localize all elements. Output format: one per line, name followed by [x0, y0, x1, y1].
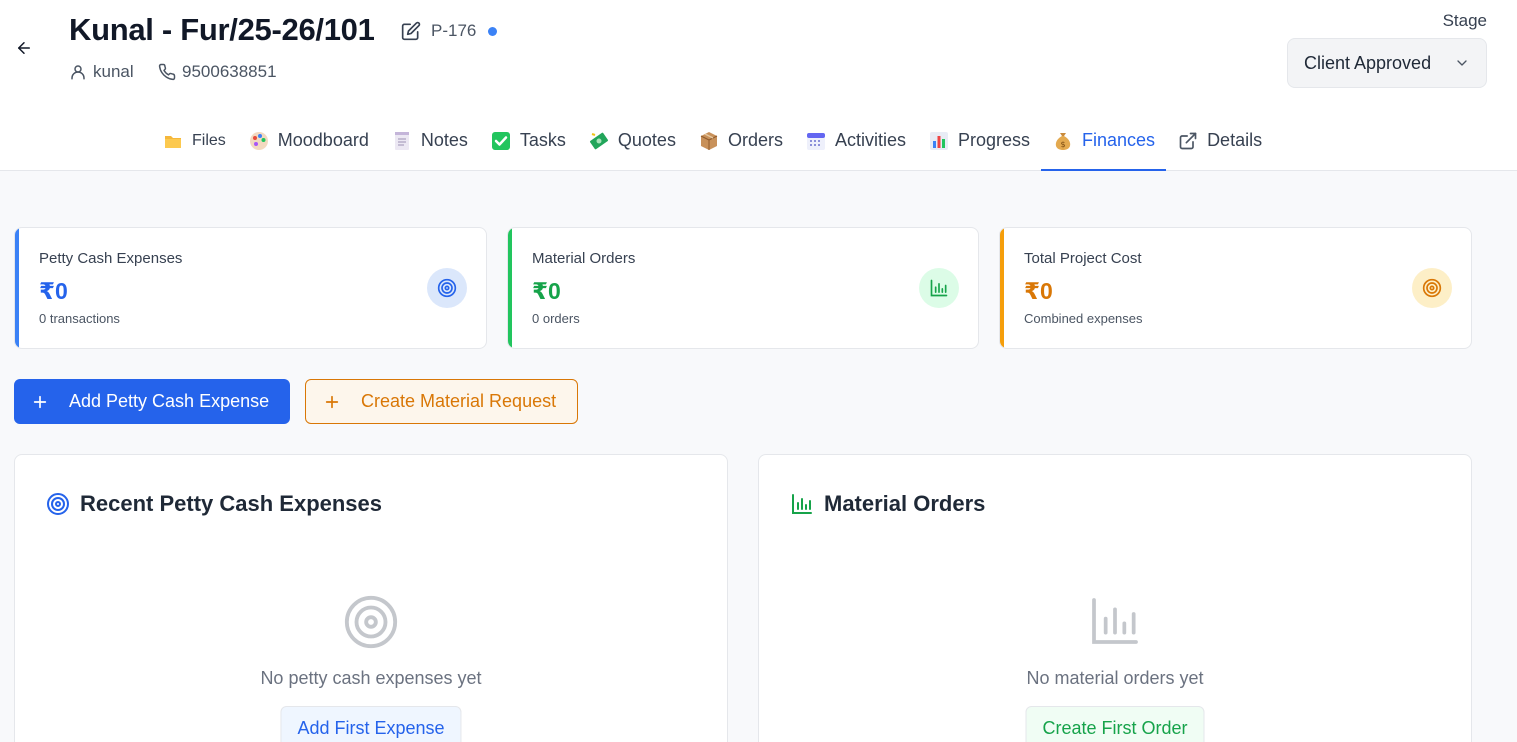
- target-icon: [47, 493, 69, 515]
- client-name: kunal: [69, 62, 134, 82]
- status-dot: [488, 27, 497, 36]
- tab-activities[interactable]: Activities: [794, 112, 917, 169]
- client-phone: 9500638851: [158, 62, 277, 82]
- tab-tasks[interactable]: Tasks: [479, 112, 577, 169]
- calendar-icon: [805, 130, 827, 152]
- tab-label: Quotes: [617, 130, 676, 150]
- empty-state-text: No material orders yet: [1026, 668, 1204, 688]
- bar-chart-icon: [928, 130, 950, 152]
- button-label: Add Petty Cash Expense: [69, 391, 270, 411]
- empty-state-text: No petty cash expenses yet: [260, 668, 482, 688]
- card-subtext: 0 transactions: [39, 311, 120, 326]
- client-name-text: kunal: [93, 62, 134, 81]
- add-first-expense-button[interactable]: Add First Expense: [280, 706, 462, 742]
- tab-quotes[interactable]: Quotes: [577, 112, 687, 169]
- material-orders-summary-card: Material Orders ₹0 0 orders: [507, 227, 979, 349]
- petty-cash-summary-card: Petty Cash Expenses ₹0 0 transactions: [14, 227, 487, 349]
- tab-label: Activities: [834, 130, 906, 150]
- client-phone-text: 9500638851: [182, 62, 277, 81]
- tab-label: Files: [192, 131, 226, 149]
- target-icon: [427, 268, 467, 308]
- card-value: ₹0: [1024, 278, 1053, 304]
- tab-label: Moodboard: [277, 130, 369, 150]
- total-cost-summary-card: Total Project Cost ₹0 Combined expenses: [999, 227, 1472, 349]
- target-icon: [344, 595, 398, 649]
- card-accent-bar: [508, 228, 512, 348]
- tab-label: Notes: [420, 130, 468, 150]
- project-code: P-176: [431, 21, 477, 40]
- card-value: ₹0: [532, 278, 561, 304]
- tab-label: Details: [1207, 130, 1263, 150]
- card-accent-bar: [1000, 228, 1004, 348]
- stage-select[interactable]: Client Approved: [1287, 38, 1487, 88]
- user-icon: [71, 65, 85, 80]
- tab-moodboard[interactable]: Moodboard: [237, 112, 380, 169]
- tab-progress[interactable]: Progress: [917, 112, 1041, 169]
- card-label: Petty Cash Expenses: [39, 250, 183, 267]
- check-box-icon: [490, 130, 512, 152]
- create-first-order-button[interactable]: Create First Order: [1025, 706, 1205, 742]
- card-subtext: 0 orders: [532, 311, 580, 326]
- tab-details[interactable]: Details: [1166, 112, 1273, 169]
- card-value: ₹0: [39, 278, 68, 304]
- tab-files[interactable]: Files: [160, 112, 237, 169]
- money-bag-icon: $: [1052, 130, 1074, 152]
- chevron-down-icon: [1457, 60, 1467, 66]
- phone-icon: [158, 63, 176, 81]
- tab-label: Tasks: [519, 130, 566, 150]
- panel-title: Material Orders: [790, 491, 985, 517]
- create-material-request-button[interactable]: Create Material Request: [305, 379, 578, 424]
- button-label: Create Material Request: [361, 391, 557, 411]
- bar-chart-icon: [919, 268, 959, 308]
- page-title: Kunal - Fur/25-26/101: [69, 12, 375, 47]
- external-link-icon: [1177, 130, 1199, 152]
- panel-title-text: Material Orders: [824, 491, 986, 516]
- notepad-icon: [391, 130, 413, 152]
- plus-icon: [320, 394, 344, 410]
- project-header: Kunal - Fur/25-26/101 P-176 kunal 950063…: [0, 0, 1517, 171]
- arrow-left-icon: [18, 42, 30, 54]
- tab-label: Progress: [957, 130, 1031, 150]
- plus-icon: [28, 394, 52, 410]
- tab-notes[interactable]: Notes: [380, 112, 479, 169]
- bar-chart-icon: [1092, 598, 1138, 644]
- material-orders-panel: Material Orders No material orders yet C…: [758, 454, 1472, 742]
- svg-text:$: $: [1060, 140, 1065, 149]
- card-label: Total Project Cost: [1024, 250, 1142, 267]
- target-icon: [1412, 268, 1452, 308]
- card-accent-bar: [15, 228, 19, 348]
- tab-orders[interactable]: Orders: [687, 112, 794, 169]
- palette-icon: [248, 130, 270, 152]
- add-petty-cash-expense-button[interactable]: Add Petty Cash Expense: [14, 379, 290, 424]
- card-subtext: Combined expenses: [1024, 311, 1143, 326]
- recent-petty-cash-panel: Recent Petty Cash Expenses No petty cash…: [14, 454, 728, 742]
- tab-bar: Files Moodboard Notes Tasks Quotes Order…: [160, 112, 1273, 171]
- back-button[interactable]: [12, 36, 36, 60]
- folder-icon: [162, 130, 184, 152]
- tab-finances[interactable]: $ Finances: [1041, 112, 1167, 171]
- bar-chart-icon: [792, 494, 812, 514]
- money-icon: [588, 130, 610, 152]
- edit-icon[interactable]: [401, 21, 421, 41]
- tab-label: Finances: [1082, 130, 1156, 150]
- package-icon: [698, 130, 720, 152]
- panel-title: Recent Petty Cash Expenses: [46, 491, 382, 517]
- card-label: Material Orders: [532, 250, 636, 267]
- stage-value: Client Approved: [1304, 52, 1432, 73]
- panel-title-text: Recent Petty Cash Expenses: [80, 491, 383, 516]
- tab-label: Orders: [727, 130, 783, 150]
- stage-label: Stage: [1442, 11, 1487, 30]
